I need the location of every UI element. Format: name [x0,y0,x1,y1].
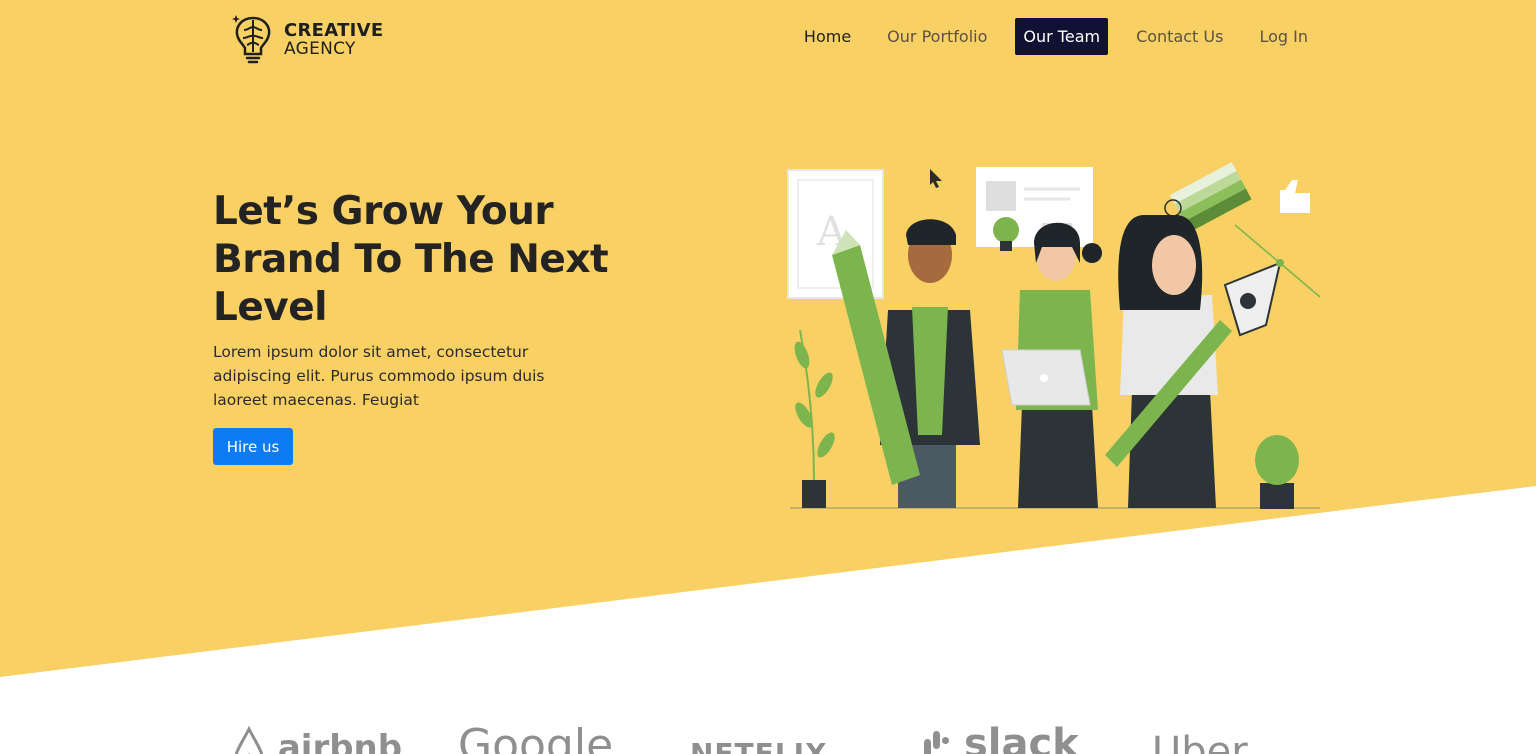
hire-us-button[interactable]: Hire us [213,428,293,465]
hero-description: Lorem ipsum dolor sit amet, consectetur … [213,343,545,409]
team-illustration: A [787,162,1321,509]
main-nav: Home Our Portfolio Our Team Contact Us L… [776,18,1316,55]
airbnb-icon [232,725,266,754]
partner-google-logo: Google [458,720,614,754]
partner-logos: airbnb Google NETFLIX slack Uber [0,715,1536,754]
hero-title: Let’s Grow Your Brand To The Next Level [213,189,609,330]
partner-slack-label: slack [963,721,1079,754]
nav-log-in[interactable]: Log In [1251,18,1316,55]
partner-airbnb-logo: airbnb [232,725,402,754]
brain-bulb-icon [230,12,276,69]
slack-icon [920,723,950,754]
partner-slack-logo: slack [920,721,1079,754]
nav-home[interactable]: Home [796,18,859,55]
nav-contact-us[interactable]: Contact Us [1128,18,1231,55]
partner-airbnb-label: airbnb [277,728,403,754]
partner-netflix-logo: NETFLIX [690,737,828,754]
page: CREATIVE AGENCY Home Our Portfolio Our T… [0,0,1536,754]
brand-name-line2: AGENCY [284,39,356,60]
nav-our-team[interactable]: Our Team [1015,18,1109,55]
brand-logo[interactable]: CREATIVE AGENCY [230,12,384,69]
nav-our-portfolio[interactable]: Our Portfolio [879,18,995,55]
partner-uber-logo: Uber [1152,729,1248,754]
